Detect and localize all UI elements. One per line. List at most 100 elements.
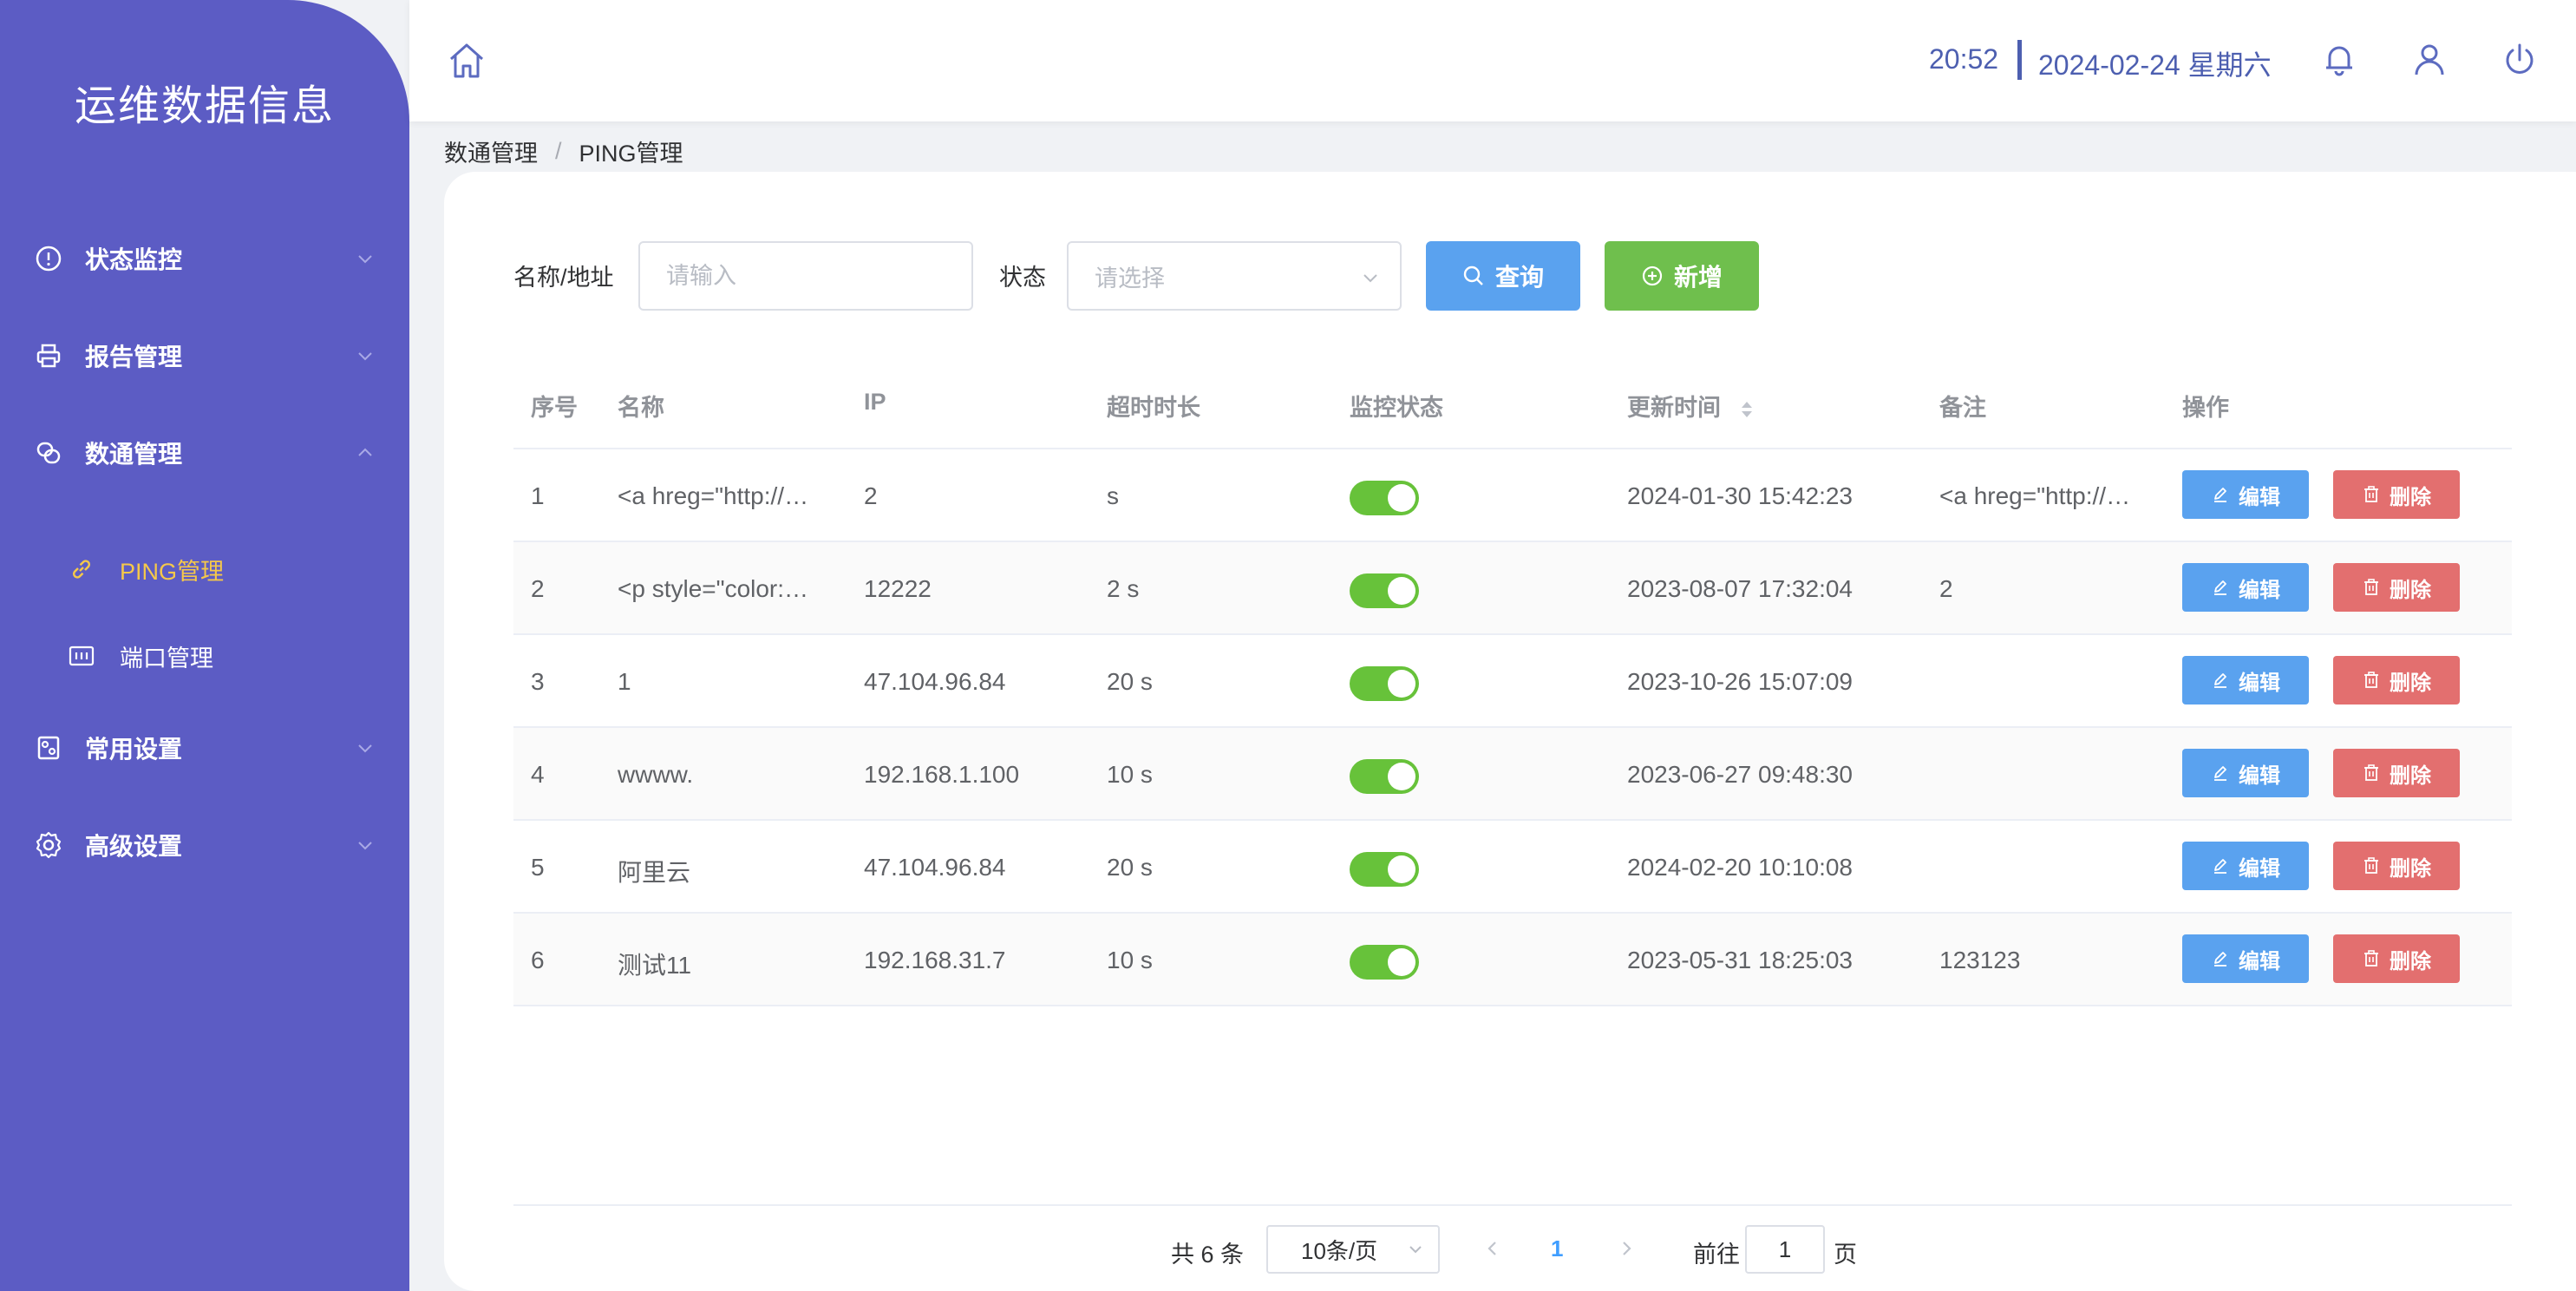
breadcrumb-parent[interactable]: 数通管理	[444, 134, 538, 168]
cell-timeout: 10 s	[1107, 947, 1153, 973]
status-select-placeholder: 请选择	[1095, 265, 1165, 292]
cell-index: 5	[531, 854, 545, 881]
switch-knob	[1388, 855, 1415, 883]
edit-button[interactable]: 编辑	[2182, 749, 2309, 797]
prev-page-icon[interactable]	[1481, 1237, 1504, 1260]
sidebar-item-report-management[interactable]: 报告管理	[0, 321, 409, 390]
cell-updated-time: 2023-05-31 18:25:03	[1627, 947, 1853, 973]
sidebar-item-label: 状态监控	[85, 246, 183, 273]
cell-remark: <a hreg="http://…	[1939, 482, 2131, 509]
edit-button-label: 编辑	[2239, 671, 2280, 695]
chevron-down-icon	[358, 352, 372, 361]
breadcrumb-current: PING管理	[579, 140, 683, 167]
sidebar-subitem-label: PING管理	[120, 558, 225, 585]
edit-button-label: 编辑	[2239, 578, 2280, 602]
delete-button-label: 删除	[2390, 856, 2431, 881]
column-header-index: 序号	[531, 395, 578, 421]
sidebar-item-label: 常用设置	[85, 736, 183, 763]
trash-icon	[2364, 672, 2378, 688]
time-date-divider	[2017, 40, 2022, 80]
sidebar-item-advanced-settings[interactable]: 高级设置	[0, 810, 409, 880]
status-filter-label: 状态	[999, 265, 1046, 291]
add-button[interactable]: 新增	[1605, 241, 1759, 311]
page-size-select[interactable]: 10条/页	[1266, 1225, 1440, 1274]
edit-button[interactable]: 编辑	[2182, 470, 2309, 519]
name-filter-input[interactable]	[666, 262, 971, 290]
power-icon[interactable]	[2498, 38, 2541, 82]
table-bottom-divider	[513, 1204, 2512, 1206]
delete-button[interactable]: 删除	[2333, 749, 2460, 797]
home-icon[interactable]	[444, 38, 489, 83]
table-row: 3 1 47.104.96.84 20 s 2023-10-26 15:07:09 编辑 删…	[513, 635, 2512, 728]
goto-page-input[interactable]: 1	[1745, 1225, 1825, 1274]
breadcrumb-separator: /	[555, 137, 562, 164]
monitor-status-switch[interactable]	[1350, 945, 1419, 980]
trash-icon	[2364, 950, 2378, 967]
edit-icon	[2214, 673, 2226, 688]
sidebar-item-datacom-management[interactable]: 数通管理	[0, 418, 409, 488]
status-select[interactable]: 请选择	[1067, 241, 1402, 311]
bell-icon[interactable]	[2318, 38, 2361, 82]
cell-remark: 2	[1939, 575, 1953, 602]
column-header-monitor-status: 监控状态	[1350, 395, 1443, 421]
sidebar-item-label: 报告管理	[85, 344, 183, 370]
delete-button[interactable]: 删除	[2333, 563, 2460, 612]
cell-timeout: 10 s	[1107, 761, 1153, 788]
delete-button[interactable]: 删除	[2333, 842, 2460, 890]
name-filter-label: 名称/地址	[513, 265, 614, 291]
breadcrumb: 数通管理 / PING管理	[444, 135, 683, 167]
edit-icon	[2214, 859, 2226, 874]
cell-ip: 47.104.96.84	[864, 668, 1006, 695]
column-header-actions: 操作	[2182, 395, 2229, 421]
app-title: 运维数据信息	[74, 83, 335, 129]
sidebar-item-status-monitor[interactable]: 状态监控	[0, 224, 409, 293]
edit-button[interactable]: 编辑	[2182, 934, 2309, 983]
trash-icon	[2364, 764, 2378, 781]
monitor-status-switch[interactable]	[1350, 481, 1419, 515]
delete-button[interactable]: 删除	[2333, 470, 2460, 519]
edit-button[interactable]: 编辑	[2182, 656, 2309, 704]
cell-updated-time: 2023-08-07 17:32:04	[1627, 575, 1853, 602]
user-icon[interactable]	[2408, 38, 2451, 82]
monitor-status-switch[interactable]	[1350, 759, 1419, 794]
column-header-remark: 备注	[1939, 395, 1986, 421]
query-button[interactable]: 查询	[1426, 241, 1580, 311]
cell-name: <p style="color:…	[618, 575, 809, 602]
sidebar-subitem-label: 端口管理	[120, 645, 213, 672]
sidebar-subitem-ping-management[interactable]: PING管理	[0, 538, 409, 600]
sidebar-item-common-settings[interactable]: 常用设置	[0, 713, 409, 783]
cell-ip: 47.104.96.84	[864, 854, 1006, 881]
monitor-status-switch[interactable]	[1350, 573, 1419, 608]
delete-button-label: 删除	[2390, 763, 2431, 788]
port-icon	[68, 642, 95, 670]
cell-index: 2	[531, 575, 545, 602]
sidebar: 运维数据信息 状态监控 报告管理 数通管理 PING管理 端口管理 常用设置 高…	[0, 0, 409, 1291]
query-button-label: 查询	[1494, 264, 1544, 291]
pagination-current-page[interactable]: 1	[1551, 1235, 1563, 1262]
edit-button[interactable]: 编辑	[2182, 563, 2309, 612]
delete-button-label: 删除	[2390, 578, 2431, 602]
plus-circle-icon	[1642, 265, 1663, 286]
name-filter-field[interactable]	[638, 241, 973, 311]
switch-knob	[1388, 577, 1415, 605]
delete-button-label: 删除	[2390, 485, 2431, 509]
cell-name: 测试11	[618, 952, 692, 979]
edit-button[interactable]: 编辑	[2182, 842, 2309, 890]
column-header-updated-time[interactable]: 更新时间	[1627, 389, 1754, 423]
cell-name: <a hreg="http://…	[618, 482, 809, 509]
link-icon	[68, 555, 95, 583]
edit-icon	[2214, 766, 2226, 781]
sidebar-subitem-port-management[interactable]: 端口管理	[0, 625, 409, 687]
sidebar-item-label: 高级设置	[85, 833, 183, 860]
table-body: 1 <a hreg="http://… 2 s 2024-01-30 15:42:23 <…	[513, 449, 2512, 1006]
monitor-status-switch[interactable]	[1350, 852, 1419, 887]
edit-button-label: 编辑	[2239, 856, 2280, 881]
delete-button[interactable]: 删除	[2333, 656, 2460, 704]
next-page-icon[interactable]	[1615, 1237, 1638, 1260]
table-row: 2 <p style="color:… 12222 2 s 2023-08-07 17:…	[513, 542, 2512, 635]
sort-caret-icon[interactable]	[1740, 399, 1754, 420]
trash-icon	[2364, 486, 2378, 502]
switch-knob	[1388, 763, 1415, 790]
monitor-status-switch[interactable]	[1350, 666, 1419, 701]
delete-button[interactable]: 删除	[2333, 934, 2460, 983]
